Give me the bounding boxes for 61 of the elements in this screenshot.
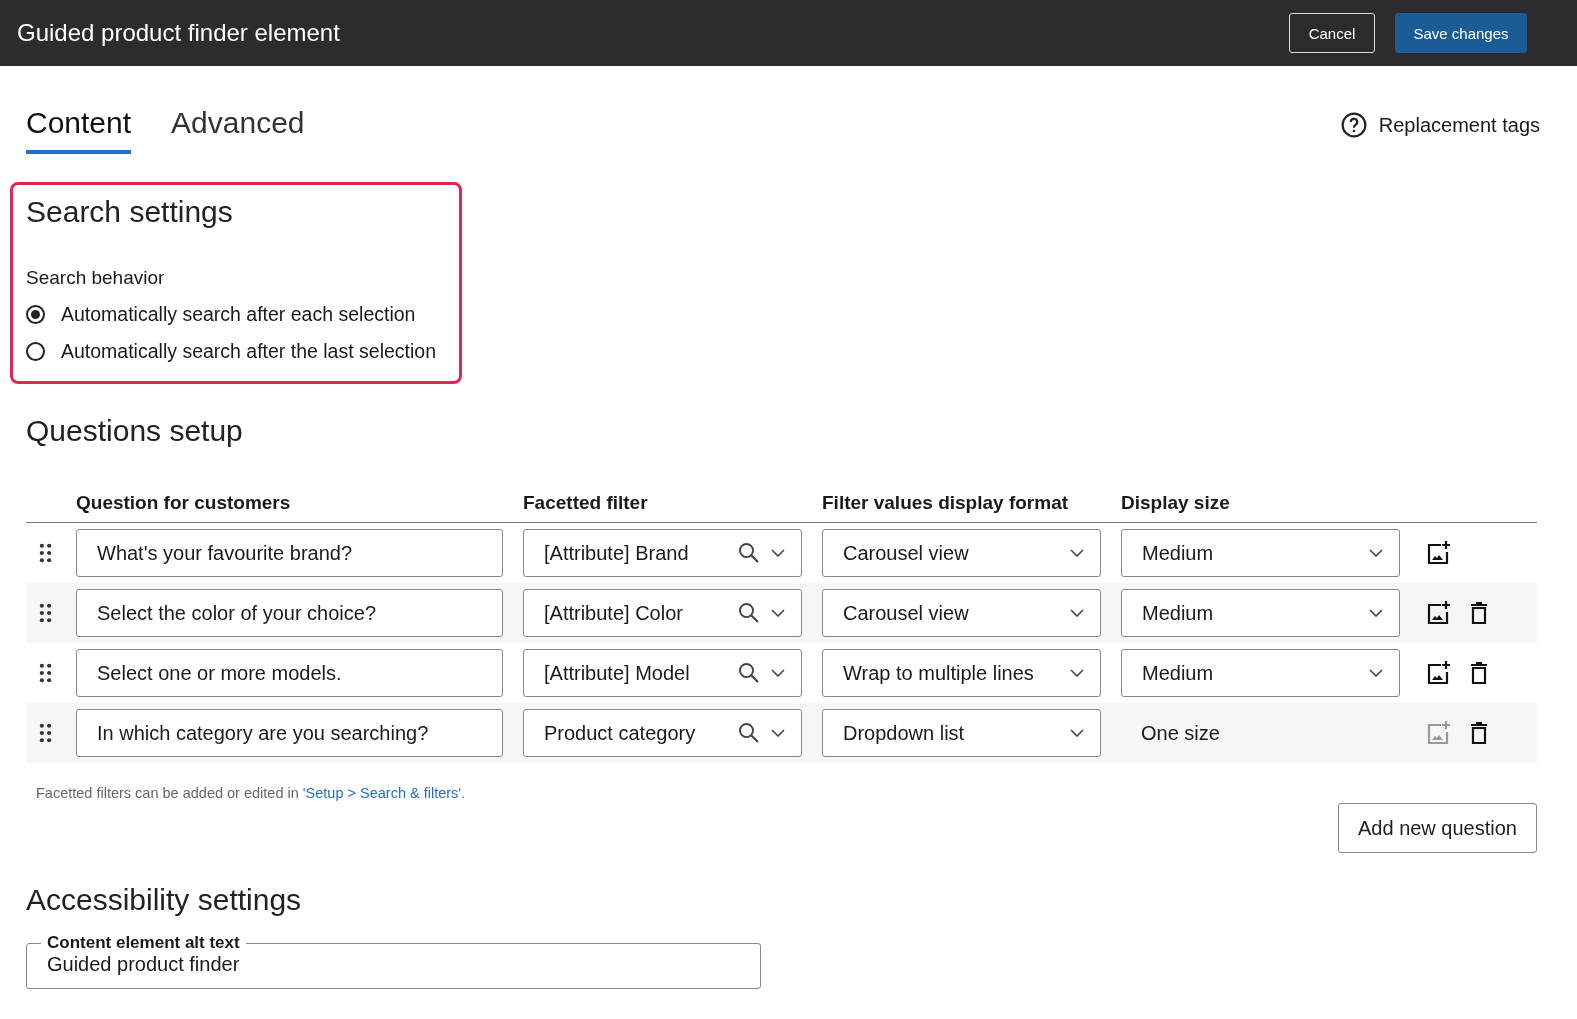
question-field[interactable]: Select the color of your choice?: [76, 589, 503, 637]
format-select[interactable]: Carousel view: [822, 589, 1101, 637]
chevron-down-icon: [771, 669, 785, 677]
section-title: Accessibility settings: [26, 883, 303, 917]
chevron-down-icon: [1070, 549, 1084, 557]
question-field[interactable]: What's your favourite brand?: [76, 529, 503, 577]
column-header: Facetted filter: [523, 492, 649, 514]
filter-select[interactable]: [Attribute] Model: [523, 649, 802, 697]
alt-text-field[interactable]: Content element alt text Guided product finder: [26, 933, 761, 989]
size-select[interactable]: Medium: [1121, 649, 1400, 697]
help-link[interactable]: Replacement tags: [1378, 113, 1540, 137]
add-question-button[interactable]: Add new question: [1338, 803, 1537, 853]
add-image-icon[interactable]: [1426, 540, 1452, 566]
add-image-icon[interactable]: [1426, 600, 1452, 626]
search-icon: [737, 661, 761, 685]
chevron-down-icon: [1070, 669, 1084, 677]
add-image-icon[interactable]: [1426, 660, 1452, 686]
drag-handle-icon[interactable]: [38, 603, 52, 623]
size-text: One size: [1140, 721, 1221, 745]
chevron-down-icon: [771, 549, 785, 557]
radio-label[interactable]: Automatically search after the last selection: [61, 340, 436, 363]
help-text: Facetted filters can be added or edited in 'Setup > Search & filters'.: [36, 785, 467, 801]
chevron-down-icon: [771, 609, 785, 617]
window-title: Guided product finder element: [17, 19, 340, 47]
chevron-down-icon: [1369, 549, 1383, 557]
tab[interactable]: Content: [26, 106, 132, 154]
section-title: Search settings: [26, 195, 234, 229]
search-icon: [737, 541, 761, 565]
chevron-down-icon: [771, 729, 785, 737]
question-field[interactable]: In which category are you searching?: [76, 709, 503, 757]
tab[interactable]: Advanced: [171, 106, 305, 154]
radio-button[interactable]: [26, 305, 45, 324]
cancel-button[interactable]: Cancel: [1289, 13, 1375, 53]
format-select[interactable]: Wrap to multiple lines: [822, 649, 1101, 697]
chevron-down-icon: [1070, 609, 1084, 617]
chevron-down-icon: [1369, 609, 1383, 617]
save-button[interactable]: Save changes: [1395, 13, 1527, 53]
drag-handle-icon[interactable]: [38, 543, 52, 563]
radio-label[interactable]: Automatically search after each selection: [61, 303, 416, 326]
column-header: Question for customers: [76, 492, 292, 514]
column-header: Filter values display format: [822, 492, 1070, 514]
filter-select[interactable]: Product category: [523, 709, 802, 757]
chevron-down-icon: [1070, 729, 1084, 737]
search-icon: [737, 721, 761, 745]
settings-link[interactable]: 'Setup > Search & filters': [302, 785, 462, 801]
drag-handle-icon[interactable]: [38, 723, 52, 743]
question-field[interactable]: Select one or more models.: [76, 649, 503, 697]
field-label: Search behavior: [26, 267, 166, 289]
filter-select[interactable]: [Attribute] Brand: [523, 529, 802, 577]
size-select[interactable]: Medium: [1121, 589, 1400, 637]
size-select[interactable]: Medium: [1121, 529, 1400, 577]
format-select[interactable]: Dropdown list: [822, 709, 1101, 757]
filter-select[interactable]: [Attribute] Color: [523, 589, 802, 637]
section-title: Questions setup: [26, 414, 244, 448]
format-select[interactable]: Carousel view: [822, 529, 1101, 577]
help-icon[interactable]: [1340, 112, 1367, 138]
radio-button[interactable]: [26, 342, 45, 361]
drag-handle-icon[interactable]: [38, 663, 52, 683]
column-header: Display size: [1121, 492, 1231, 514]
chevron-down-icon: [1369, 669, 1383, 677]
search-icon: [737, 601, 761, 625]
